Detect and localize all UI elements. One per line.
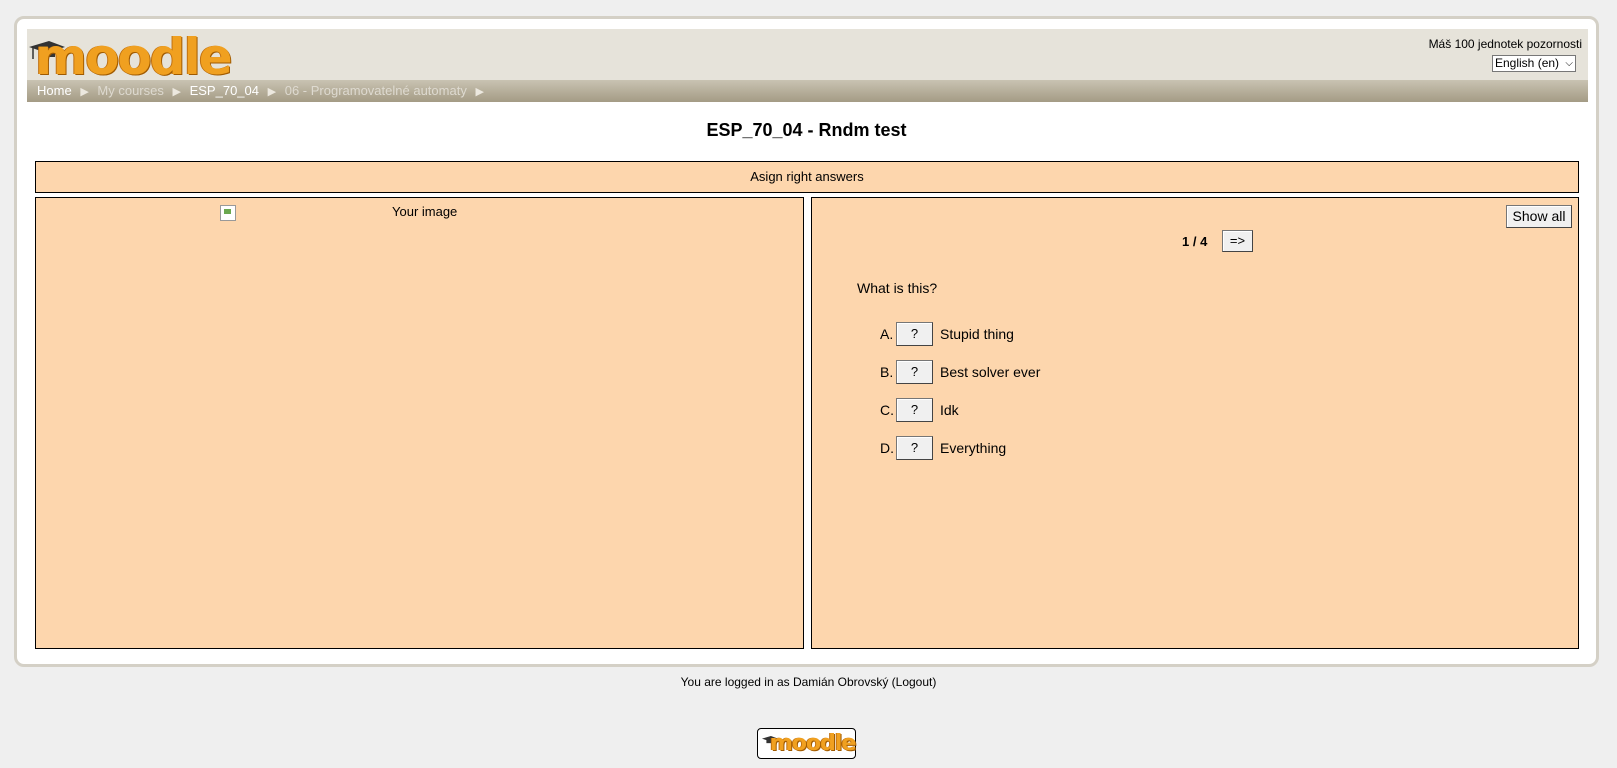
answer-text: Everything: [940, 440, 1007, 456]
login-info: You are logged in as Damián Obrovský (Lo…: [680, 675, 937, 689]
attention-points-text: Máš 100 jednotek pozornosti: [1428, 37, 1582, 51]
language-select[interactable]: English (en) ⌵: [1492, 55, 1576, 72]
moodle-logo[interactable]: moodle: [27, 31, 233, 83]
question-image: Your image: [220, 204, 457, 221]
answer-letter: A.: [880, 326, 894, 342]
answer-letter: D.: [880, 440, 894, 456]
breadcrumb-separator-icon: ▶: [475, 86, 484, 98]
assign-answer-button[interactable]: ?: [896, 360, 933, 384]
breadcrumb-separator-icon: ▶: [172, 86, 181, 98]
logo-text: moodle: [35, 28, 233, 86]
breadcrumb-my-courses[interactable]: My courses: [97, 83, 163, 98]
answer-letter: B.: [880, 364, 894, 380]
page-container: moodle Máš 100 jednotek pozornosti Engli…: [14, 16, 1599, 667]
answer-text: Idk: [940, 402, 959, 418]
assign-answer-button[interactable]: ?: [896, 322, 933, 346]
image-alt-text: Your image: [392, 204, 458, 219]
breadcrumb: Home ▶ My courses ▶ ESP_70_04 ▶ 06 - Pro…: [27, 80, 1588, 102]
header: moodle Máš 100 jednotek pozornosti Engli…: [27, 29, 1588, 102]
footer-moodle-logo[interactable]: moodle: [757, 728, 856, 759]
question-counter: 1 / 4: [1182, 234, 1208, 249]
question-panel: Show all 1 / 4 => What is this? A. ? Stu…: [811, 197, 1579, 649]
breadcrumb-course[interactable]: ESP_70_04: [190, 83, 259, 98]
footer-logo-text: moodle: [770, 731, 856, 756]
image-panel: Your image: [35, 197, 804, 649]
answer-letter: C.: [880, 402, 894, 418]
answer-text: Stupid thing: [940, 326, 1014, 342]
show-all-button[interactable]: Show all: [1506, 205, 1572, 228]
page-title: ESP_70_04 - Rndm test: [706, 120, 907, 140]
chevron-down-icon: ⌵: [1565, 58, 1573, 69]
question-text: What is this?: [857, 280, 938, 296]
assign-answer-button[interactable]: ?: [896, 436, 933, 460]
instruction-banner: Asign right answers: [35, 161, 1579, 193]
answer-text: Best solver ever: [940, 364, 1041, 380]
breadcrumb-section[interactable]: 06 - Programovatelné automaty: [285, 83, 467, 98]
assign-answer-button[interactable]: ?: [896, 398, 933, 422]
breadcrumb-separator-icon: ▶: [80, 86, 89, 98]
next-question-button[interactable]: =>: [1222, 230, 1253, 252]
breadcrumb-home[interactable]: Home: [37, 83, 72, 98]
breadcrumb-separator-icon: ▶: [267, 86, 277, 98]
language-selected-value: English (en): [1495, 56, 1560, 70]
broken-image-icon: [220, 204, 236, 221]
